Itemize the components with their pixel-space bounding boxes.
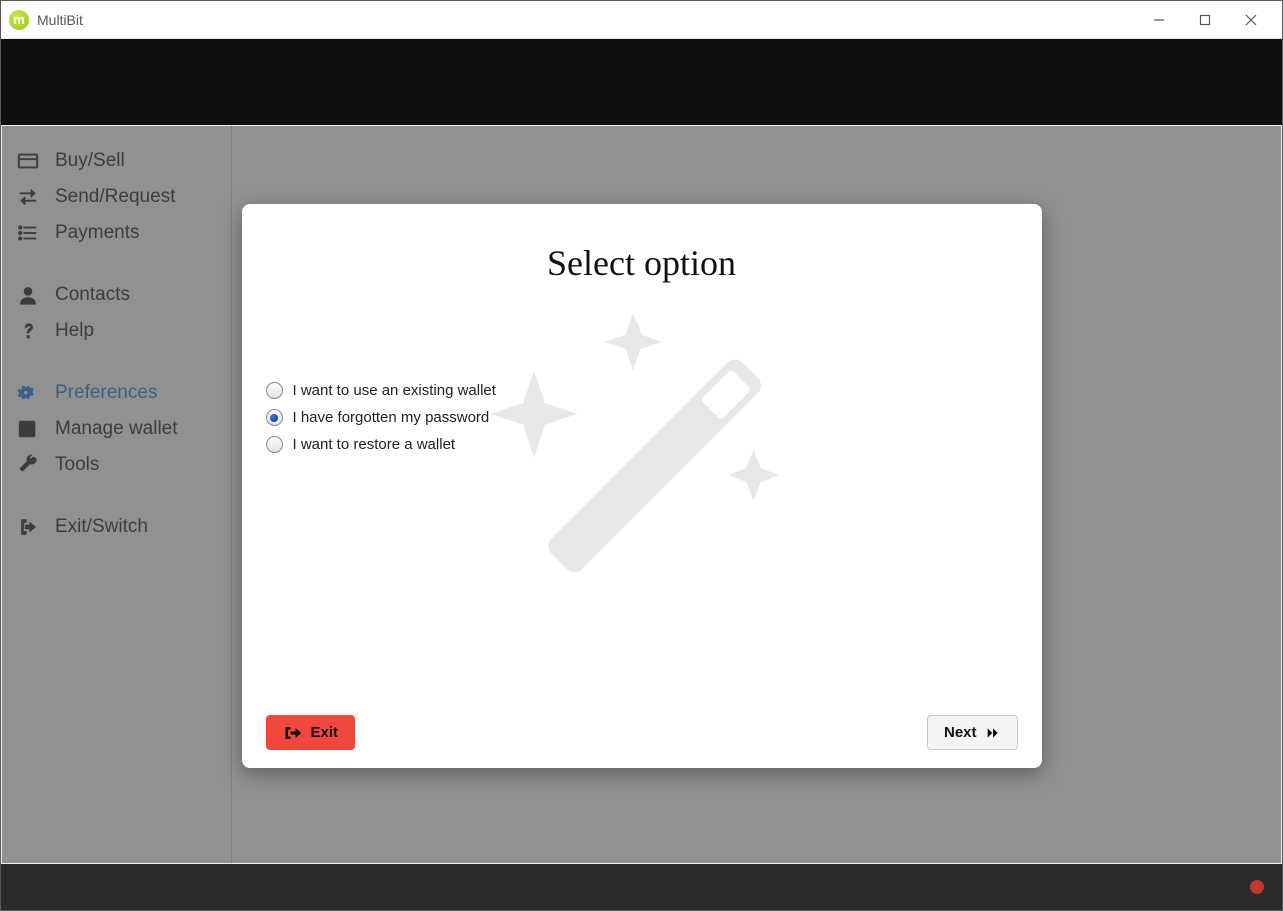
- option-restore-wallet[interactable]: I want to restore a wallet: [266, 436, 1018, 453]
- titlebar: MultiBit: [1, 1, 1282, 39]
- radio-icon: [266, 436, 283, 453]
- option-label: I have forgotten my password: [293, 409, 490, 426]
- next-button-label: Next: [944, 724, 977, 741]
- exit-button[interactable]: Exit: [266, 715, 356, 750]
- dialog-title: Select option: [266, 242, 1018, 284]
- sign-out-icon: [283, 725, 303, 741]
- window-minimize-button[interactable]: [1136, 5, 1182, 35]
- footer-bar: [1, 864, 1282, 910]
- header-strip: [1, 39, 1282, 125]
- option-label: I want to use an existing wallet: [293, 382, 496, 399]
- chevrons-right-icon: [985, 726, 1001, 740]
- magic-wand-icon: [462, 299, 822, 664]
- app-window: MultiBit Buy/Sell: [0, 0, 1283, 911]
- next-button[interactable]: Next: [927, 715, 1018, 750]
- radio-icon: [266, 382, 283, 399]
- radio-option-list: I want to use an existing wallet I have …: [266, 382, 1018, 463]
- window-close-button[interactable]: [1228, 5, 1274, 35]
- modal-overlay: Select option I want to use an existi: [2, 126, 1281, 863]
- radio-icon: [266, 409, 283, 426]
- connection-status-indicator: [1250, 880, 1264, 894]
- option-forgot-password[interactable]: I have forgotten my password: [266, 409, 1018, 426]
- option-label: I want to restore a wallet: [293, 436, 456, 453]
- app-title: MultiBit: [37, 12, 83, 28]
- option-use-existing[interactable]: I want to use an existing wallet: [266, 382, 1018, 399]
- exit-button-label: Exit: [311, 724, 339, 741]
- select-option-dialog: Select option I want to use an existi: [242, 204, 1042, 768]
- app-icon: [9, 10, 29, 30]
- window-maximize-button[interactable]: [1182, 5, 1228, 35]
